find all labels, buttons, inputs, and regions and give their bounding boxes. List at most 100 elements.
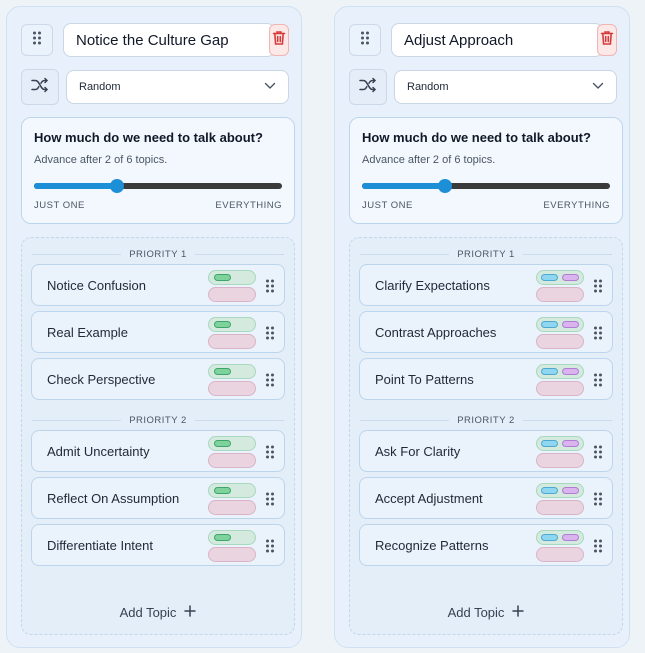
grip-vertical-icon[interactable] — [265, 373, 275, 392]
add-topic-button[interactable]: Add Topic — [350, 605, 622, 620]
topic-tag-toggle[interactable] — [536, 364, 584, 379]
chevron-down-icon — [264, 81, 276, 93]
column-title-input[interactable] — [63, 23, 275, 57]
shuffle-icon — [31, 77, 49, 98]
topic-tag-toggle-secondary[interactable] — [536, 547, 584, 562]
tag-dot-green — [214, 487, 231, 494]
topic-tag-toggle[interactable] — [536, 530, 584, 545]
drag-handle-button[interactable] — [349, 24, 381, 56]
topic-item[interactable]: Reflect On Assumption — [31, 477, 285, 519]
grip-vertical-icon[interactable] — [593, 539, 603, 558]
slider-fill — [362, 183, 445, 189]
topic-label: Admit Uncertainty — [47, 444, 150, 459]
topic-tag-toggle[interactable] — [536, 317, 584, 332]
topic-tag-toggle[interactable] — [208, 270, 256, 285]
topic-tag-toggle[interactable] — [208, 483, 256, 498]
grip-vertical-icon[interactable] — [593, 373, 603, 392]
topic-tag-toggle-secondary[interactable] — [208, 381, 256, 396]
plus-icon — [512, 605, 525, 620]
topic-item[interactable]: Accept Adjustment — [359, 477, 613, 519]
topic-label: Real Example — [47, 325, 128, 340]
topic-item[interactable]: Differentiate Intent — [31, 524, 285, 566]
add-topic-label: Add Topic — [447, 605, 505, 620]
grip-vertical-icon[interactable] — [593, 492, 603, 511]
order-mode-select[interactable]: Random — [394, 70, 617, 104]
shuffle-button[interactable] — [21, 69, 59, 105]
topic-tag-toggle[interactable] — [208, 436, 256, 451]
tag-dot-green — [214, 534, 231, 541]
topic-item[interactable]: Check Perspective — [31, 358, 285, 400]
order-controls: Random — [21, 69, 289, 105]
topic-tag-toggle-secondary[interactable] — [208, 500, 256, 515]
topic-tag-toggle[interactable] — [536, 436, 584, 451]
grip-vertical-icon[interactable] — [593, 445, 603, 464]
grip-vertical-icon[interactable] — [265, 445, 275, 464]
topic-list: PRIORITY 1 Clarify Expectations Contrast A… — [349, 237, 623, 635]
grip-vertical-icon — [360, 31, 370, 50]
grip-vertical-icon[interactable] — [265, 279, 275, 298]
topic-tag-toggle[interactable] — [208, 317, 256, 332]
grip-vertical-icon[interactable] — [265, 492, 275, 511]
topic-tag-toggle-secondary[interactable] — [208, 287, 256, 302]
drag-handle-button[interactable] — [21, 24, 53, 56]
slider-fill — [34, 183, 117, 189]
shuffle-button[interactable] — [349, 69, 387, 105]
topic-tag-toggle-secondary[interactable] — [536, 453, 584, 468]
tag-dot-blue — [541, 321, 558, 328]
order-mode-value: Random — [407, 81, 449, 93]
topic-label: Clarify Expectations — [375, 278, 490, 293]
add-topic-label: Add Topic — [119, 605, 177, 620]
topic-item[interactable]: Clarify Expectations — [359, 264, 613, 306]
topic-item[interactable]: Ask For Clarity — [359, 430, 613, 472]
topic-item[interactable]: Notice Confusion — [31, 264, 285, 306]
topic-item[interactable]: Recognize Patterns — [359, 524, 613, 566]
grip-vertical-icon[interactable] — [265, 539, 275, 558]
priority-label: PRIORITY 1 — [129, 248, 187, 260]
slider-thumb[interactable] — [109, 179, 124, 193]
priority-header: PRIORITY 2 — [32, 413, 284, 427]
topic-item[interactable]: Contrast Approaches — [359, 311, 613, 353]
column-header — [349, 23, 617, 57]
tag-dot-purple — [562, 368, 579, 375]
talk-heading: How much do we need to talk about? — [362, 130, 591, 145]
trash-icon — [600, 30, 614, 51]
topic-item[interactable]: Point To Patterns — [359, 358, 613, 400]
delete-column-button[interactable] — [269, 24, 289, 56]
order-mode-select[interactable]: Random — [66, 70, 289, 104]
grip-vertical-icon[interactable] — [265, 326, 275, 345]
slider-thumb[interactable] — [437, 179, 452, 193]
grip-vertical-icon[interactable] — [593, 279, 603, 298]
grip-vertical-icon[interactable] — [593, 326, 603, 345]
priority-label: PRIORITY 1 — [457, 248, 515, 260]
topic-tag-toggle-secondary[interactable] — [208, 334, 256, 349]
chevron-down-icon — [592, 81, 604, 93]
topic-column: Random How much do we need to talk about?… — [6, 6, 302, 648]
topic-tag-toggle-secondary[interactable] — [536, 381, 584, 396]
topic-tag-toggle-secondary[interactable] — [208, 547, 256, 562]
talk-amount-card: How much do we need to talk about? Advanc… — [349, 117, 623, 224]
priority-label: PRIORITY 2 — [457, 414, 515, 426]
topic-label: Check Perspective — [47, 372, 156, 387]
topic-count-slider[interactable] — [362, 178, 610, 194]
topic-tag-toggle[interactable] — [536, 270, 584, 285]
topic-count-slider[interactable] — [34, 178, 282, 194]
topic-tag-toggle-secondary[interactable] — [536, 287, 584, 302]
topic-tag-toggle-secondary[interactable] — [536, 500, 584, 515]
topic-tag-toggle[interactable] — [536, 483, 584, 498]
priority-header: PRIORITY 1 — [32, 247, 284, 261]
topic-tag-toggle[interactable] — [208, 364, 256, 379]
topic-label: Accept Adjustment — [375, 491, 483, 506]
topic-item[interactable]: Real Example — [31, 311, 285, 353]
add-topic-button[interactable]: Add Topic — [22, 605, 294, 620]
tag-dot-blue — [541, 440, 558, 447]
tag-dot-blue — [541, 534, 558, 541]
column-title-input[interactable] — [391, 23, 603, 57]
topic-tag-toggle-secondary[interactable] — [208, 453, 256, 468]
topic-tag-toggle-secondary[interactable] — [536, 334, 584, 349]
delete-column-button[interactable] — [597, 24, 617, 56]
topic-tag-toggle[interactable] — [208, 530, 256, 545]
priority-label: PRIORITY 2 — [129, 414, 187, 426]
topic-item[interactable]: Admit Uncertainty — [31, 430, 285, 472]
tag-dot-green — [214, 368, 231, 375]
topic-label: Notice Confusion — [47, 278, 146, 293]
